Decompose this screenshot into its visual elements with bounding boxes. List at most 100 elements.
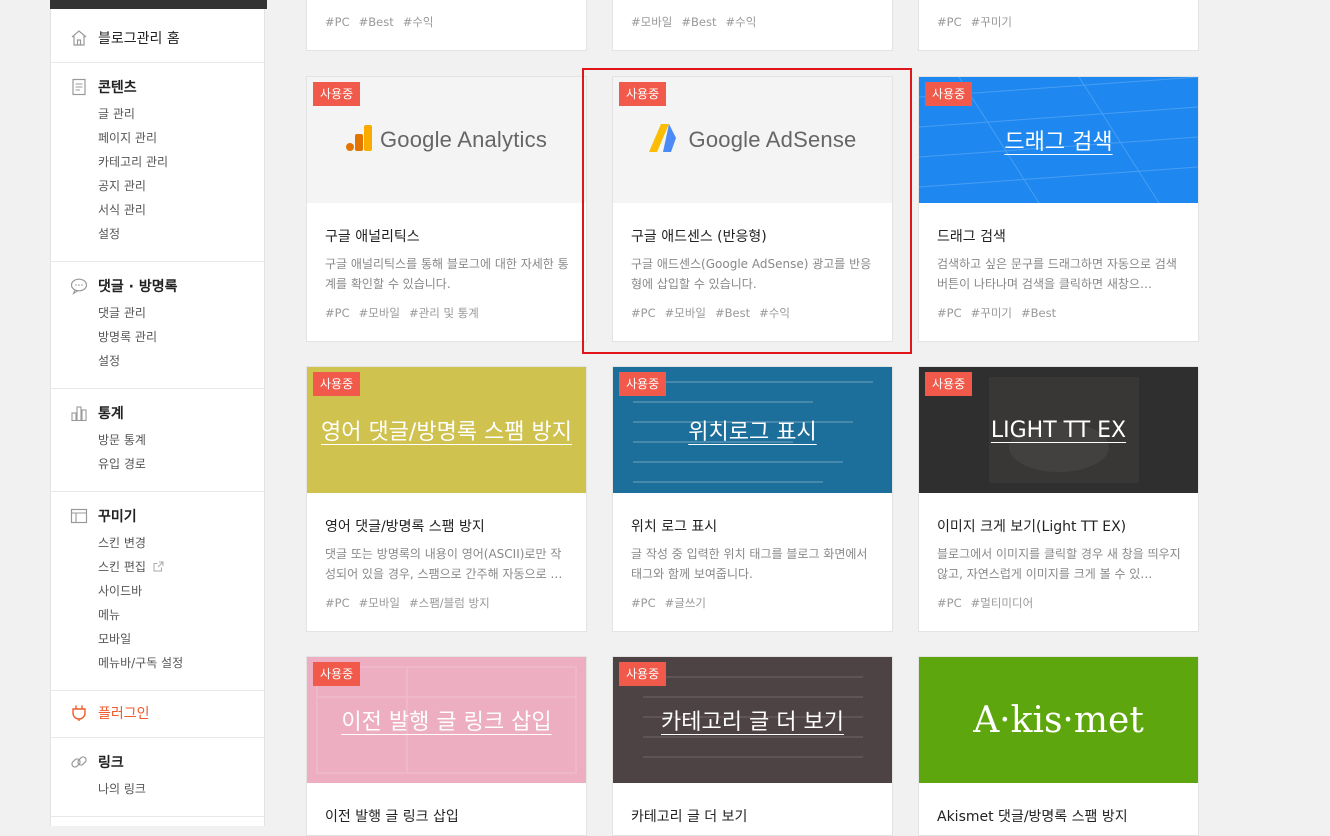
tag[interactable]: #PC [937, 15, 962, 29]
plugin-banner[interactable]: 이전 발행 글 링크 삽입 사용중 [307, 657, 586, 783]
sidebar-section-plugins: 플러그인 [51, 690, 264, 738]
tag[interactable]: #PC [937, 306, 962, 320]
sidebar-item-menubar-subscribe[interactable]: 메뉴바/구독 설정 [98, 655, 183, 671]
sidebar-item-categories[interactable]: 카테고리 관리 [98, 154, 168, 170]
plugin-title: 구글 애드센스 (반응형) [631, 229, 767, 245]
sidebar-item-skin-edit[interactable]: 스킨 편집 [98, 559, 164, 576]
plugin-title: 구글 애널리틱스 [325, 229, 420, 245]
external-link-icon [153, 560, 164, 576]
plugin-description: 댓글 또는 방명록의 내용이 영어(ASCII)로만 작성되어 있을 경우, 스… [325, 547, 563, 581]
tag[interactable]: #모바일 [359, 596, 400, 610]
sidebar-item-posts[interactable]: 글 관리 [98, 106, 135, 122]
tag[interactable]: #PC [325, 15, 350, 29]
plugin-banner[interactable]: 카테고리 글 더 보기 사용중 [613, 657, 892, 783]
speech-bubble-icon [70, 277, 88, 295]
sidebar-section-decorate: 꾸미기 스킨 변경 스킨 편집 사이드바 메뉴 모바일 메뉴바/구독 설정 [51, 491, 264, 691]
plugin-title: 카테고리 글 더 보기 [631, 809, 748, 825]
plugin-title: 이전 발행 글 링크 삽입 [325, 809, 459, 825]
tag[interactable]: #PC [325, 596, 350, 610]
plugin-banner[interactable]: 위치로그 표시 사용중 [613, 367, 892, 493]
plugin-card-light-tt-ex[interactable]: LIGHT TT EX 사용중 이미지 크게 보기(Light TT EX) 블… [918, 366, 1199, 632]
sidebar-item-pages[interactable]: 페이지 관리 [98, 130, 157, 146]
sidebar-home-label: 블로그관리 홈 [98, 31, 180, 47]
plugin-tags: #PC #모바일 #Best #수익 [631, 305, 799, 321]
tag[interactable]: #꾸미기 [971, 306, 1012, 320]
plugin-card-location-log[interactable]: 위치로그 표시 사용중 위치 로그 표시 글 작성 중 입력한 위치 태그를 블… [612, 366, 893, 632]
plugin-card[interactable]: #PC #Best #수익 [306, 0, 587, 51]
plug-icon [70, 704, 88, 722]
sidebar-heading-comments[interactable]: 댓글 · 방명록 [70, 276, 177, 296]
sidebar-heading-stats[interactable]: 통계 [70, 403, 124, 423]
banner-logo-text: Google Analytics [379, 127, 548, 152]
sidebar-item-mobile[interactable]: 모바일 [98, 631, 131, 647]
sidebar-section-links: 링크 나의 링크 [51, 737, 264, 817]
tag[interactable]: #PC [631, 306, 656, 320]
sidebar-item-comment-settings[interactable]: 설정 [98, 353, 120, 369]
sidebar-item-visit-stats[interactable]: 방문 통계 [98, 432, 146, 448]
sidebar-item-my-links[interactable]: 나의 링크 [98, 781, 146, 797]
plugin-banner[interactable]: A·kis·met [919, 657, 1198, 783]
tag[interactable]: #글쓰기 [665, 596, 706, 610]
plugin-description: 구글 애널리틱스를 통해 블로그에 대한 자세한 통계를 확인할 수 있습니다. [325, 257, 569, 291]
tag[interactable]: #수익 [759, 306, 790, 320]
sidebar-heading-contents[interactable]: 콘텐츠 [70, 77, 137, 97]
tag[interactable]: #수익 [726, 15, 757, 29]
layout-icon [70, 507, 88, 525]
plugin-banner[interactable]: LIGHT TT EX 사용중 [919, 367, 1198, 493]
tag[interactable]: #모바일 [665, 306, 706, 320]
tag[interactable]: #수익 [403, 15, 434, 29]
sidebar-section-comments: 댓글 · 방명록 댓글 관리 방명록 관리 설정 [51, 261, 264, 389]
tag[interactable]: #Best [1021, 306, 1056, 320]
sidebar-heading-label: 플러그인 [98, 706, 150, 722]
sidebar-item-notices[interactable]: 공지 관리 [98, 178, 146, 194]
plugin-banner[interactable]: 드래그 검색 사용중 [919, 77, 1198, 203]
sidebar-home-link[interactable]: 블로그관리 홈 [70, 28, 180, 48]
plugin-card-drag-search[interactable]: 드래그 검색 사용중 드래그 검색 검색하고 싶은 문구를 드래그하면 자동으로… [918, 76, 1199, 342]
tag[interactable]: #PC [937, 596, 962, 610]
tag[interactable]: #Best [359, 15, 394, 29]
plugin-card-english-spam[interactable]: 영어 댓글/방명록 스팸 방지 사용중 영어 댓글/방명록 스팸 방지 댓글 또… [306, 366, 587, 632]
sidebar-heading-label: 댓글 · 방명록 [98, 279, 178, 295]
sidebar-item-templates[interactable]: 서식 관리 [98, 202, 146, 218]
plugin-title: 드래그 검색 [937, 229, 1006, 245]
tag[interactable]: #Best [681, 15, 716, 29]
plugin-card[interactable]: #PC #꾸미기 [918, 0, 1199, 51]
sidebar-section-contents: 콘텐츠 글 관리 페이지 관리 카테고리 관리 공지 관리 서식 관리 설정 [51, 62, 264, 262]
sidebar-item-menu[interactable]: 메뉴 [98, 607, 120, 623]
tag[interactable]: #모바일 [359, 306, 400, 320]
sidebar-item-comments[interactable]: 댓글 관리 [98, 305, 146, 321]
sidebar-item-referrers[interactable]: 유입 경로 [98, 456, 146, 472]
tag[interactable]: #꾸미기 [971, 15, 1012, 29]
plugin-card-google-analytics[interactable]: 사용중 Google Analytics 구글 애널리틱스 구글 애널리틱스를 … [306, 76, 587, 342]
sidebar-item-content-settings[interactable]: 설정 [98, 226, 120, 242]
sidebar-item-skin-change[interactable]: 스킨 변경 [98, 535, 146, 551]
plugin-tags: #PC #글쓰기 [631, 595, 715, 611]
tag[interactable]: #Best [715, 306, 750, 320]
plugin-title: 이미지 크게 보기(Light TT EX) [937, 519, 1127, 535]
tag[interactable]: #PC [631, 596, 656, 610]
in-use-badge: 사용중 [619, 372, 667, 396]
plugin-title: 위치 로그 표시 [631, 519, 718, 535]
sidebar-heading-links[interactable]: 링크 [70, 752, 124, 772]
plugin-banner[interactable]: 사용중 Google Analytics [307, 77, 586, 203]
plugin-banner[interactable]: 영어 댓글/방명록 스팸 방지 사용중 [307, 367, 586, 493]
sidebar-section-stats: 통계 방문 통계 유입 경로 [51, 388, 264, 492]
plugin-card-prev-post-link[interactable]: 이전 발행 글 링크 삽입 사용중 이전 발행 글 링크 삽입 [306, 656, 587, 836]
sidebar-item-guestbook[interactable]: 방명록 관리 [98, 329, 157, 345]
sidebar-heading-plugins[interactable]: 플러그인 [70, 703, 150, 723]
plugin-card-category-more[interactable]: 카테고리 글 더 보기 사용중 카테고리 글 더 보기 [612, 656, 893, 836]
tag[interactable]: #모바일 [631, 15, 672, 29]
plugin-card-google-adsense[interactable]: 사용중 Google AdSense 구글 애드센스 (반응형) 구글 애드센스… [612, 76, 893, 342]
tag[interactable]: #스팸/블럼 방지 [409, 596, 490, 610]
plugin-card[interactable]: #모바일 #Best #수익 [612, 0, 893, 51]
plugin-card-akismet[interactable]: A·kis·met Akismet 댓글/방명록 스팸 방지 [918, 656, 1199, 836]
plugin-banner[interactable]: 사용중 Google AdSense [613, 77, 892, 203]
tag[interactable]: #멀티미디어 [971, 596, 1034, 610]
sidebar-heading-label: 링크 [98, 755, 124, 771]
sidebar-item-sidebar[interactable]: 사이드바 [98, 583, 142, 599]
tag[interactable]: #관리 및 통계 [409, 306, 479, 320]
tag[interactable]: #PC [325, 306, 350, 320]
akismet-logo-text: A·kis·met [973, 699, 1144, 741]
sidebar-heading-decorate[interactable]: 꾸미기 [70, 506, 137, 526]
plugin-tags: #PC #멀티미디어 [937, 595, 1042, 611]
